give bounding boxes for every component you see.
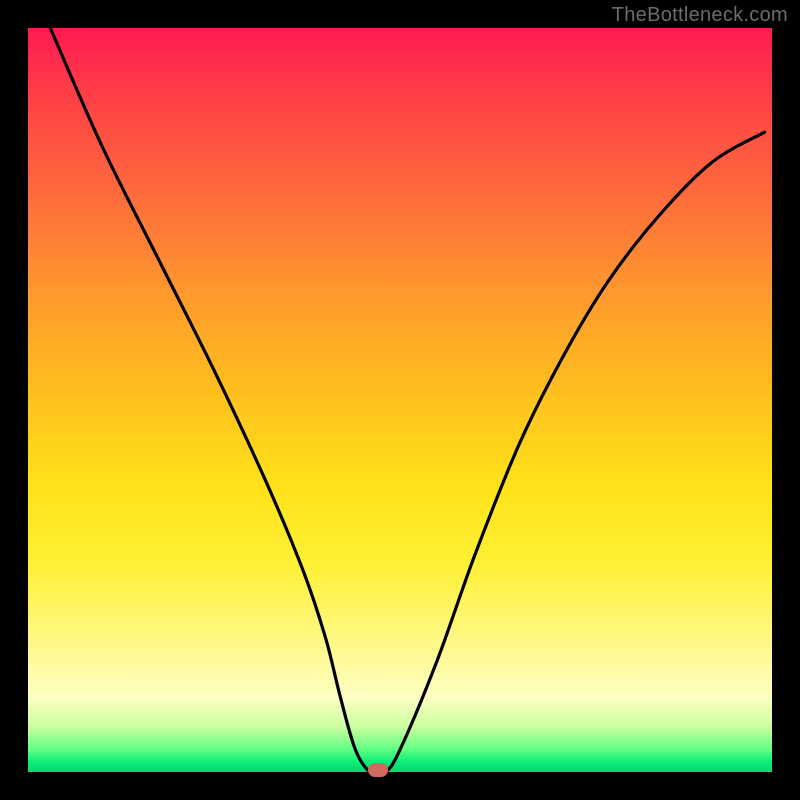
optimal-point-marker [368,763,388,777]
plot-area [28,28,772,772]
bottleneck-curve [28,28,772,772]
watermark-text: TheBottleneck.com [612,4,788,27]
chart-frame: TheBottleneck.com [0,0,800,800]
